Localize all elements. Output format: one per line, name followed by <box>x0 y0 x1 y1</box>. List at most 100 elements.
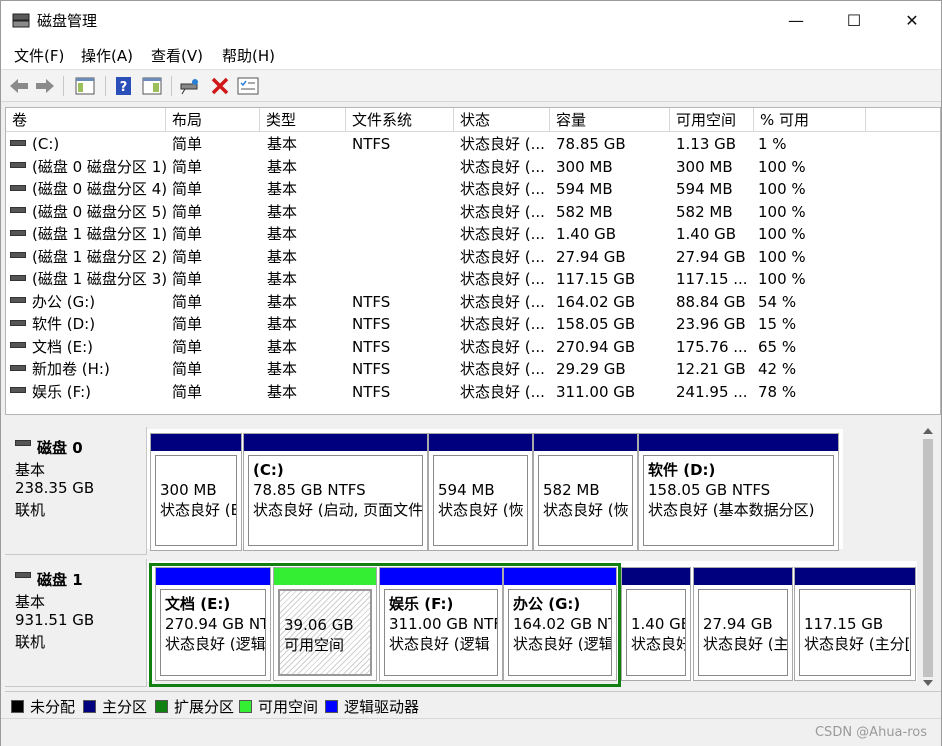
pane-splitter[interactable] <box>5 415 941 423</box>
partition-details: 办公 (G:) 164.02 GB NT 状态良好 (逻辑 <box>508 589 612 676</box>
legend-item: 可用空间 <box>239 696 318 717</box>
col-free-header[interactable]: 可用空间 <box>670 108 754 132</box>
col-type-cell: 基本 <box>267 360 298 378</box>
partition-block[interactable]: 1.40 GE 状态良好 <box>621 567 691 681</box>
partition-size: 270.94 GB NT <box>165 615 266 633</box>
col-percent-free-header[interactable]: % 可用 <box>754 108 866 132</box>
close-button[interactable]: ✕ <box>883 1 941 39</box>
partition-size: 311.00 GB NTF <box>389 615 498 633</box>
partition-size: 27.94 GB <box>703 615 773 633</box>
partition-status: 状态良好 <box>631 635 686 653</box>
volume-row[interactable]: (磁盘 1 磁盘分区 2) 简单 基本 状态良好 (... 27.94 GB 27.94 … <box>6 246 940 269</box>
volume-name: (磁盘 1 磁盘分区 2) <box>10 246 166 268</box>
volume-row[interactable]: (磁盘 1 磁盘分区 3) 简单 基本 状态良好 (... 117.15 GB 117.1… <box>6 268 940 291</box>
col-layout-header[interactable]: 布局 <box>166 108 260 132</box>
col-percent-free-cell: 65 % <box>758 337 797 356</box>
partition-status: 状态良好 (主 <box>703 635 788 653</box>
volume-row[interactable]: 新加卷 (H:) 简单 基本 NTFS 状态良好 (... 29.29 GB 12.21 G… <box>6 358 940 381</box>
volume-name: 软件 (D:) <box>10 313 166 335</box>
scroll-down-icon[interactable] <box>923 679 933 687</box>
drive-icon <box>10 184 26 191</box>
partition-details: 594 MB 状态良好 (恢 <box>433 455 528 546</box>
menu-file[interactable]: 文件(F) <box>14 45 64 66</box>
partition-details: 582 MB 状态良好 (恢 <box>538 455 633 546</box>
partition-type-bar <box>429 434 532 451</box>
partition-label <box>703 594 783 614</box>
back-arrow-icon[interactable] <box>7 74 31 98</box>
menu-help[interactable]: 帮助(H) <box>222 45 275 66</box>
partition-block[interactable]: 软件 (D:) 158.05 GB NTFS 状态良好 (基本数据分区) <box>638 433 839 551</box>
col-percent-free-cell: 100 % <box>758 180 806 198</box>
partition-status: 状态良好 (恢 <box>543 501 629 519</box>
forward-arrow-icon[interactable] <box>33 74 57 98</box>
menu-action[interactable]: 操作(A) <box>81 45 133 66</box>
partition-size: 582 MB <box>543 481 600 499</box>
disk-management-window: 磁盘管理 — ☐ ✕ 文件(F) 操作(A) 查看(V) 帮助(H) ? 卷 布… <box>0 0 942 746</box>
volume-row[interactable]: (磁盘 0 磁盘分区 4) 简单 基本 状态良好 (... 594 MB 594 MB 10… <box>6 178 940 201</box>
partition-size: 39.06 GB <box>284 616 354 634</box>
volume-row[interactable]: 办公 (G:) 简单 基本 NTFS 状态良好 (... 164.02 GB 88.84 G… <box>6 291 940 314</box>
volume-row[interactable]: (磁盘 0 磁盘分区 5) 简单 基本 状态良好 (... 582 MB 582 MB 10… <box>6 201 940 224</box>
col-percent-free-cell: 42 % <box>758 360 797 378</box>
col-type-cell: 基本 <box>267 135 298 153</box>
volume-row[interactable]: (磁盘 1 磁盘分区 1) 简单 基本 状态良好 (... 1.40 GB 1.40 GB… <box>6 223 940 246</box>
col-layout-cell: 简单 <box>172 157 203 176</box>
col-status-header[interactable]: 状态 <box>454 108 550 132</box>
col-free-cell: 582 MB <box>676 202 733 221</box>
col-capacity-header[interactable]: 容量 <box>550 108 670 132</box>
partition-block[interactable]: 300 MB 状态良好 (E <box>150 433 242 551</box>
legend-item: 逻辑驱动器 <box>325 696 419 717</box>
col-status-cell: 状态良好 (... <box>460 135 545 153</box>
minimize-button[interactable]: — <box>767 1 825 39</box>
partition-status: 状态良好 (逻辑 <box>513 635 612 653</box>
console-tree-icon[interactable] <box>73 74 97 98</box>
legend-label: 可用空间 <box>258 698 319 716</box>
help-icon[interactable]: ? <box>112 74 136 98</box>
partition-label: 文档 (E:) <box>165 595 231 613</box>
properties-icon[interactable] <box>140 74 164 98</box>
partition-block[interactable]: 文档 (E:) 270.94 GB NT 状态良好 (逻辑 <box>155 567 271 681</box>
scrollbar-thumb[interactable] <box>923 439 933 677</box>
col-volume-header[interactable]: 卷 <box>6 108 166 132</box>
partition-block[interactable]: 娱乐 (F:) 311.00 GB NTF 状态良好 (逻辑 <box>379 567 503 681</box>
partition-block[interactable]: 39.06 GB 可用空间 <box>273 567 377 681</box>
delete-icon[interactable] <box>208 74 232 98</box>
col-filesystem-header[interactable]: 文件系统 <box>346 108 454 132</box>
maximize-button[interactable]: ☐ <box>825 1 883 39</box>
partition-type-bar <box>244 434 427 451</box>
menu-view[interactable]: 查看(V) <box>151 45 203 66</box>
volume-name: 文档 (E:) <box>10 336 166 358</box>
col-layout-cell: 简单 <box>172 292 203 311</box>
col-status-cell: 状态良好 (... <box>460 270 545 288</box>
volume-row[interactable]: 娱乐 (F:) 简单 基本 NTFS 状态良好 (... 311.00 GB 241.95 … <box>6 381 940 404</box>
connect-icon[interactable] <box>178 74 202 98</box>
scroll-up-icon[interactable] <box>923 427 933 435</box>
legend-label: 扩展分区 <box>174 698 235 716</box>
volume-row[interactable]: 软件 (D:) 简单 基本 NTFS 状态良好 (... 158.05 GB 23.96 G… <box>6 313 940 336</box>
partition-block[interactable]: 办公 (G:) 164.02 GB NT 状态良好 (逻辑 <box>503 567 617 681</box>
disk-info-panel[interactable]: 磁盘 1 基本 931.51 GB 联机 <box>5 559 147 687</box>
partition-block[interactable]: (C:) 78.85 GB NTFS 状态良好 (启动, 页面文件 <box>243 433 428 551</box>
partition-block[interactable]: 117.15 GB 状态良好 (主分[ <box>794 567 916 681</box>
disk-info-panel[interactable]: 磁盘 0 基本 238.35 GB 联机 <box>5 427 147 555</box>
partition-block[interactable]: 594 MB 状态良好 (恢 <box>428 433 533 551</box>
volume-name: (磁盘 1 磁盘分区 3) <box>10 268 166 290</box>
col-status-cell: 状态良好 (... <box>460 180 545 198</box>
legend-swatch <box>11 700 24 713</box>
col-capacity-cell: 270.94 GB <box>556 337 636 356</box>
col-status-cell: 状态良好 (... <box>460 315 545 333</box>
checklist-icon[interactable] <box>236 74 260 98</box>
vertical-scrollbar[interactable] <box>919 423 937 691</box>
partition-block[interactable]: 27.94 GB 状态良好 (主 <box>693 567 793 681</box>
volume-row[interactable]: (磁盘 0 磁盘分区 1) 简单 基本 状态良好 (... 300 MB 300 MB 10… <box>6 156 940 179</box>
partition-block[interactable]: 582 MB 状态良好 (恢 <box>533 433 638 551</box>
volume-name: 办公 (G:) <box>10 291 166 313</box>
col-type-header[interactable]: 类型 <box>260 108 346 132</box>
partition-label: 软件 (D:) <box>648 461 716 479</box>
col-status-cell: 状态良好 (... <box>460 157 545 176</box>
partition-type-bar <box>694 568 792 585</box>
partition-status: 状态良好 (启动, 页面文件 <box>253 501 423 519</box>
volume-row[interactable]: (C:) 简单 基本 NTFS 状态良好 (... 78.85 GB 1.13 GB 1 % <box>6 133 940 156</box>
volume-row[interactable]: 文档 (E:) 简单 基本 NTFS 状态良好 (... 270.94 GB 175.76 … <box>6 336 940 359</box>
col-percent-free-cell: 100 % <box>758 202 806 221</box>
